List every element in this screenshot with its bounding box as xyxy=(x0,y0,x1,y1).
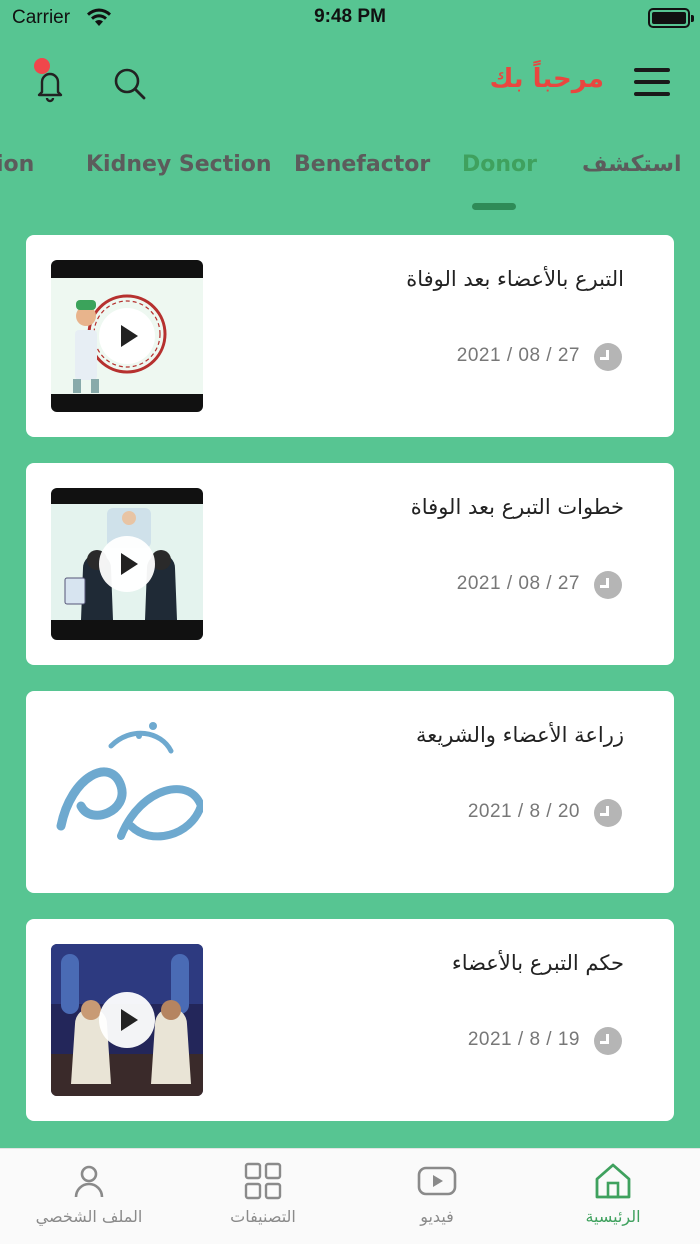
clock-icon xyxy=(594,571,622,599)
video-thumbnail[interactable] xyxy=(51,260,203,412)
nav-item-profile[interactable]: الملف الشخصي xyxy=(14,1149,164,1244)
notification-badge xyxy=(34,58,50,74)
battery-icon xyxy=(648,8,694,28)
tab-kidney-section[interactable]: Kidney Section xyxy=(86,152,272,177)
nav-item-video[interactable]: فيديو xyxy=(362,1149,512,1244)
app-header: مرحباً بك xyxy=(0,50,700,114)
tab-partial[interactable]: ion xyxy=(0,152,34,177)
nav-item-categories[interactable]: التصنيفات xyxy=(188,1149,338,1244)
list-item[interactable]: خطوات التبرع بعد الوفاة 2021 / 08 / 27 xyxy=(26,463,674,665)
category-tabs: ion Kidney Section Benefactor Donor استك… xyxy=(0,140,700,210)
status-bar: Carrier 9:48 PM xyxy=(0,0,700,36)
clock-icon xyxy=(594,1027,622,1055)
video-title: حكم التبرع بالأعضاء xyxy=(451,951,624,975)
video-date: 2021 / 8 / 19 xyxy=(467,1029,580,1050)
tab-explore[interactable]: استكشف xyxy=(582,152,682,177)
home-icon xyxy=(595,1163,631,1199)
article-thumbnail[interactable] xyxy=(51,716,203,868)
article-date: 2021 / 8 / 20 xyxy=(467,801,580,822)
nav-label: الملف الشخصي xyxy=(35,1207,143,1226)
video-date: 2021 / 08 / 27 xyxy=(456,345,580,366)
tab-donor[interactable]: Donor xyxy=(462,152,537,177)
video-list: التبرع بالأعضاء بعد الوفاة 2021 / 08 / 2… xyxy=(26,235,674,1147)
nav-item-home[interactable]: الرئيسية xyxy=(538,1149,688,1244)
video-title: التبرع بالأعضاء بعد الوفاة xyxy=(406,267,624,291)
nav-label: فيديو xyxy=(420,1207,454,1226)
list-item[interactable]: حكم التبرع بالأعضاء 2021 / 8 / 19 xyxy=(26,919,674,1121)
search-icon[interactable] xyxy=(110,64,150,104)
nav-label: الرئيسية xyxy=(585,1207,641,1226)
list-item[interactable]: زراعة الأعضاء والشريعة 2021 / 8 / 20 xyxy=(26,691,674,893)
play-icon[interactable] xyxy=(99,992,155,1048)
video-thumbnail[interactable] xyxy=(51,944,203,1096)
fatwa-calligraphy-image xyxy=(51,716,203,868)
bottom-navigation: الملف الشخصي التصنيفات فيديو الرئيسية xyxy=(0,1148,700,1244)
play-icon[interactable] xyxy=(99,308,155,364)
video-icon xyxy=(417,1166,457,1196)
profile-icon xyxy=(74,1165,104,1198)
play-icon[interactable] xyxy=(99,536,155,592)
categories-icon xyxy=(244,1162,282,1200)
video-date: 2021 / 08 / 27 xyxy=(456,573,580,594)
list-item[interactable]: التبرع بالأعضاء بعد الوفاة 2021 / 08 / 2… xyxy=(26,235,674,437)
video-title: خطوات التبرع بعد الوفاة xyxy=(410,495,624,519)
clock-icon xyxy=(594,343,622,371)
nav-label: التصنيفات xyxy=(230,1207,296,1226)
tab-benefactor[interactable]: Benefactor xyxy=(294,152,430,177)
welcome-title: مرحباً بك xyxy=(489,64,604,94)
status-time: 9:48 PM xyxy=(314,6,386,27)
clock-icon xyxy=(594,799,622,827)
article-title: زراعة الأعضاء والشريعة xyxy=(415,723,624,747)
hamburger-menu-icon[interactable] xyxy=(634,68,670,98)
video-thumbnail[interactable] xyxy=(51,488,203,640)
active-tab-indicator xyxy=(472,203,516,210)
